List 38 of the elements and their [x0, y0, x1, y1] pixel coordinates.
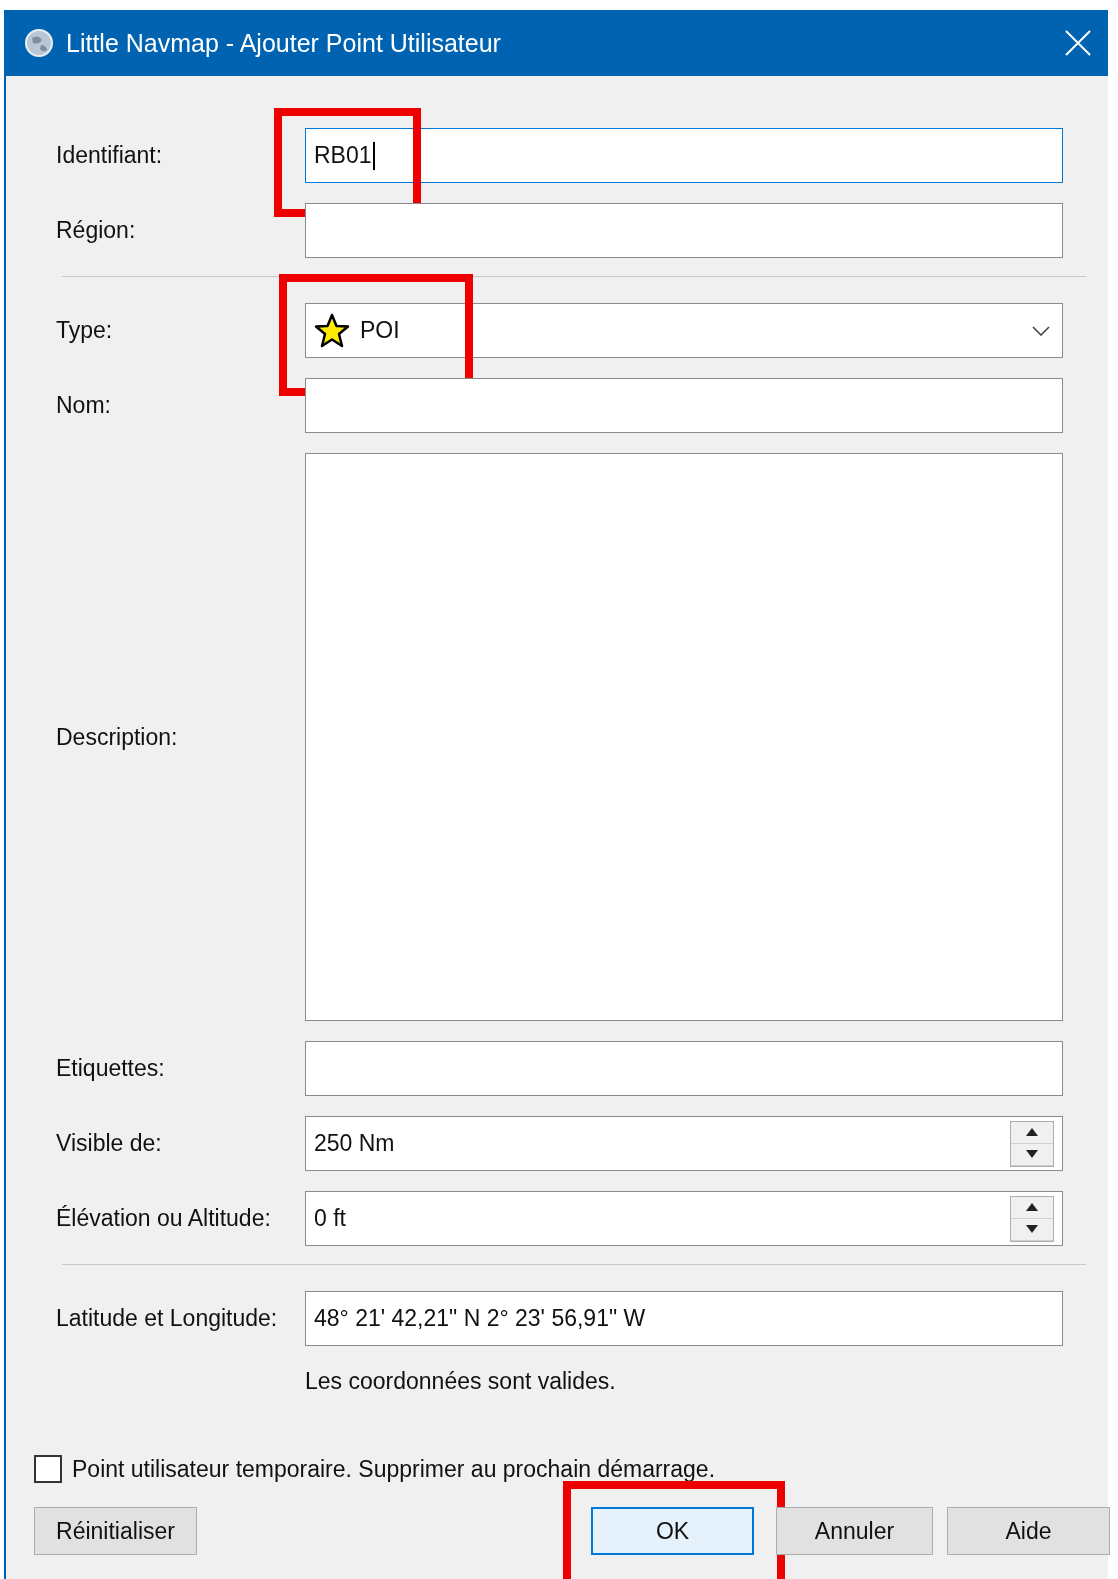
dialog-button[interactable]: Annuler [776, 1507, 933, 1555]
triangle-down-icon [1026, 1150, 1038, 1158]
field-label: Description: [56, 723, 179, 751]
star-icon [314, 312, 350, 349]
checkbox[interactable] [34, 1455, 62, 1483]
globe-icon [24, 28, 54, 58]
triangle-up-icon [1026, 1203, 1038, 1211]
window-title: Little Navmap - Ajouter Point Utilisateur [66, 28, 502, 58]
chevron-down-icon [1032, 325, 1050, 336]
input-field[interactable] [305, 203, 1063, 258]
field-label: Identifiant: [56, 142, 164, 169]
input-field[interactable]: RB01 [305, 128, 1063, 183]
spin-field[interactable]: 250 Nm [305, 1116, 1063, 1171]
checkbox-label: Point utilisateur temporaire. Supprimer au prochain démarrage. [72, 1455, 716, 1483]
triangle-down-icon [1026, 1225, 1038, 1233]
field-label: Type: [56, 317, 114, 344]
triangle-up-icon [1026, 1128, 1038, 1136]
decrement-button[interactable] [1011, 1143, 1053, 1166]
field-label: Élévation ou Altitude: [56, 1205, 272, 1232]
validation-message: Les coordonnées sont valides. [305, 1368, 617, 1395]
input-field[interactable] [305, 378, 1063, 433]
field-label: Etiquettes: [56, 1055, 166, 1082]
field-label: Région: [56, 217, 137, 244]
input-field[interactable]: 48° 21' 42,21" N 2° 23' 56,91" W [305, 1291, 1063, 1346]
input-field[interactable] [305, 1041, 1063, 1096]
field-label: Latitude et Longitude: [56, 1305, 279, 1332]
spin-field[interactable]: 0 ft [305, 1191, 1063, 1246]
increment-button[interactable] [1011, 1196, 1053, 1219]
field-label: Nom: [56, 392, 112, 419]
increment-button[interactable] [1011, 1121, 1053, 1144]
type-dropdown[interactable]: POI [305, 303, 1063, 358]
text-cursor [372, 141, 375, 170]
field-label: Visible de: [56, 1130, 163, 1157]
decrement-button[interactable] [1011, 1218, 1053, 1241]
dialog-button[interactable]: Réinitialiser [34, 1507, 197, 1555]
dialog-button[interactable]: OK [591, 1507, 754, 1555]
close-icon [1065, 30, 1091, 56]
dialog-button[interactable]: Aide [947, 1507, 1110, 1555]
